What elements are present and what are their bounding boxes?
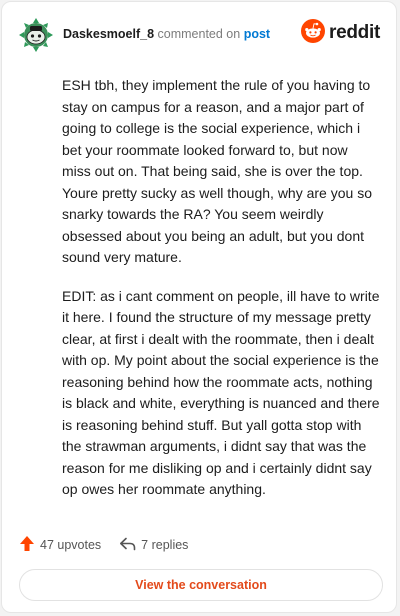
comment-footer: 47 upvotes 7 replies	[19, 533, 188, 557]
post-link[interactable]: post	[244, 27, 270, 41]
upvotes-count: 47 upvotes	[40, 538, 102, 552]
upvote-arrow-icon	[19, 535, 40, 555]
view-conversation-button[interactable]: View the conversation	[19, 569, 383, 601]
reddit-wordmark: reddit	[329, 22, 380, 43]
comment-author[interactable]: Daskesmoelf_8	[63, 27, 154, 41]
comment-paragraph: EDIT: as i cant comment on people, ill h…	[62, 287, 380, 498]
snoo-avatar-icon[interactable]	[19, 18, 53, 52]
comment-body: ESH tbh, they implement the rule of you …	[62, 75, 380, 518]
comment-card: Daskesmoelf_8 commented on post reddit E…	[1, 1, 397, 613]
commented-on-text: commented on	[157, 27, 241, 41]
replies-stat[interactable]: 7 replies	[119, 537, 188, 554]
reply-arrow-icon	[119, 537, 141, 554]
replies-count: 7 replies	[141, 538, 189, 552]
comment-paragraph: ESH tbh, they implement the rule of you …	[62, 77, 372, 265]
comment-meta: Daskesmoelf_8 commented on post	[63, 27, 270, 41]
comment-header: Daskesmoelf_8 commented on post reddit	[19, 16, 380, 56]
upvotes-stat[interactable]: 47 upvotes	[19, 535, 101, 555]
reddit-logo-icon	[301, 18, 326, 48]
reddit-brand[interactable]: reddit	[301, 18, 380, 48]
